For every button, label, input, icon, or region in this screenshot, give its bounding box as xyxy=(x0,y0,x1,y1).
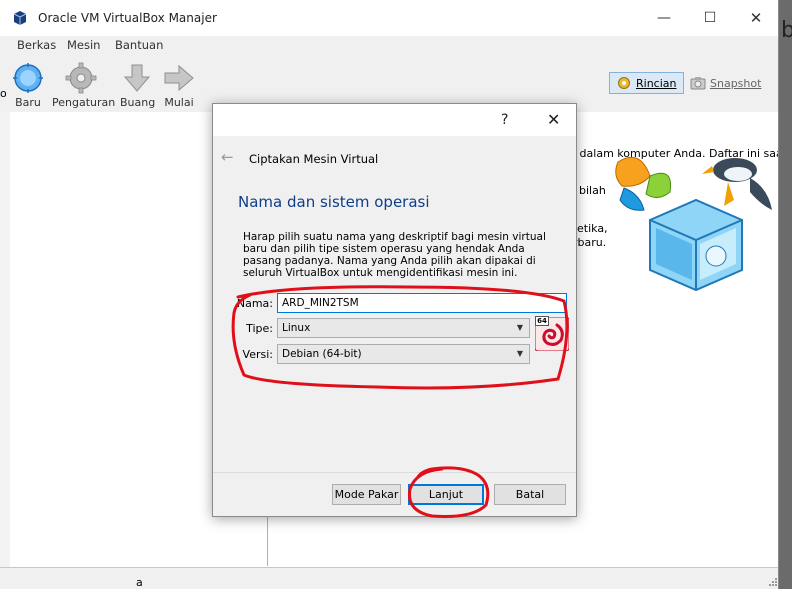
annotation-circle-next-button xyxy=(407,466,490,518)
settings-label: Pengaturan xyxy=(52,96,116,109)
welcome-text-line: rbaru. xyxy=(573,236,607,249)
clipped-text: a xyxy=(136,576,143,589)
cancel-button[interactable]: Batal xyxy=(494,484,566,505)
discard-button[interactable]: Buang xyxy=(120,62,156,109)
welcome-text-line: etika, xyxy=(577,222,608,235)
snapshot-button[interactable]: Snapshot xyxy=(684,72,767,94)
page-description: Harap pilih suatu nama yang deskriptif b… xyxy=(243,231,546,279)
help-button[interactable]: ? xyxy=(501,112,508,128)
virtualbox-mascot-illustration xyxy=(615,156,772,292)
resize-grip-icon[interactable] xyxy=(766,575,778,587)
discard-arrow-icon xyxy=(123,64,151,92)
virtual-machine-cube-icon xyxy=(649,198,743,292)
left-edge xyxy=(0,112,10,589)
discard-label: Buang xyxy=(120,96,156,109)
details-button[interactable]: Rincian xyxy=(609,72,684,94)
window-title: Oracle VM VirtualBox Manajer xyxy=(38,11,217,25)
snapshot-label: Snapshot xyxy=(710,76,762,90)
gear-icon xyxy=(65,62,97,94)
expert-mode-button[interactable]: Mode Pakar xyxy=(332,484,401,505)
virtualbox-app-icon xyxy=(13,11,27,25)
menu-bar: Berkas Mesin Bantuan xyxy=(0,36,778,56)
back-arrow-icon[interactable]: ← xyxy=(221,148,234,166)
gear-small-icon xyxy=(618,77,630,89)
menu-berkas[interactable]: Berkas xyxy=(17,38,56,52)
background-window-glyph: b xyxy=(781,18,792,43)
new-machine-icon xyxy=(13,63,43,93)
page-heading: Nama dan sistem operasi xyxy=(238,193,430,211)
welcome-text-line: bilah xyxy=(579,184,606,197)
menu-bantuan[interactable]: Bantuan xyxy=(115,38,163,52)
title-bar: Oracle VM VirtualBox Manajer — ☐ ✕ xyxy=(0,0,778,36)
dialog-close-button[interactable]: ✕ xyxy=(547,110,560,129)
settings-button[interactable]: Pengaturan xyxy=(52,62,116,109)
close-button[interactable]: ✕ xyxy=(744,8,768,28)
minimize-button[interactable]: — xyxy=(652,8,676,28)
details-label: Rincian xyxy=(636,76,677,90)
butterfly-icon xyxy=(615,156,672,211)
dialog-title-bar: ? ✕ xyxy=(213,104,576,136)
annotation-circle-form xyxy=(231,285,569,390)
clipped-text: o xyxy=(0,87,7,100)
status-strip: a xyxy=(0,567,778,589)
start-arrow-icon xyxy=(164,64,194,92)
penguin-icon xyxy=(702,158,772,210)
new-button[interactable]: Baru xyxy=(10,62,46,109)
camera-icon xyxy=(690,77,706,90)
new-label: Baru xyxy=(15,96,41,109)
menu-mesin[interactable]: Mesin xyxy=(67,38,100,52)
start-button[interactable]: Mulai xyxy=(162,62,196,109)
start-label: Mulai xyxy=(164,96,194,109)
maximize-button[interactable]: ☐ xyxy=(698,8,722,28)
wizard-title: Ciptakan Mesin Virtual xyxy=(249,152,379,166)
